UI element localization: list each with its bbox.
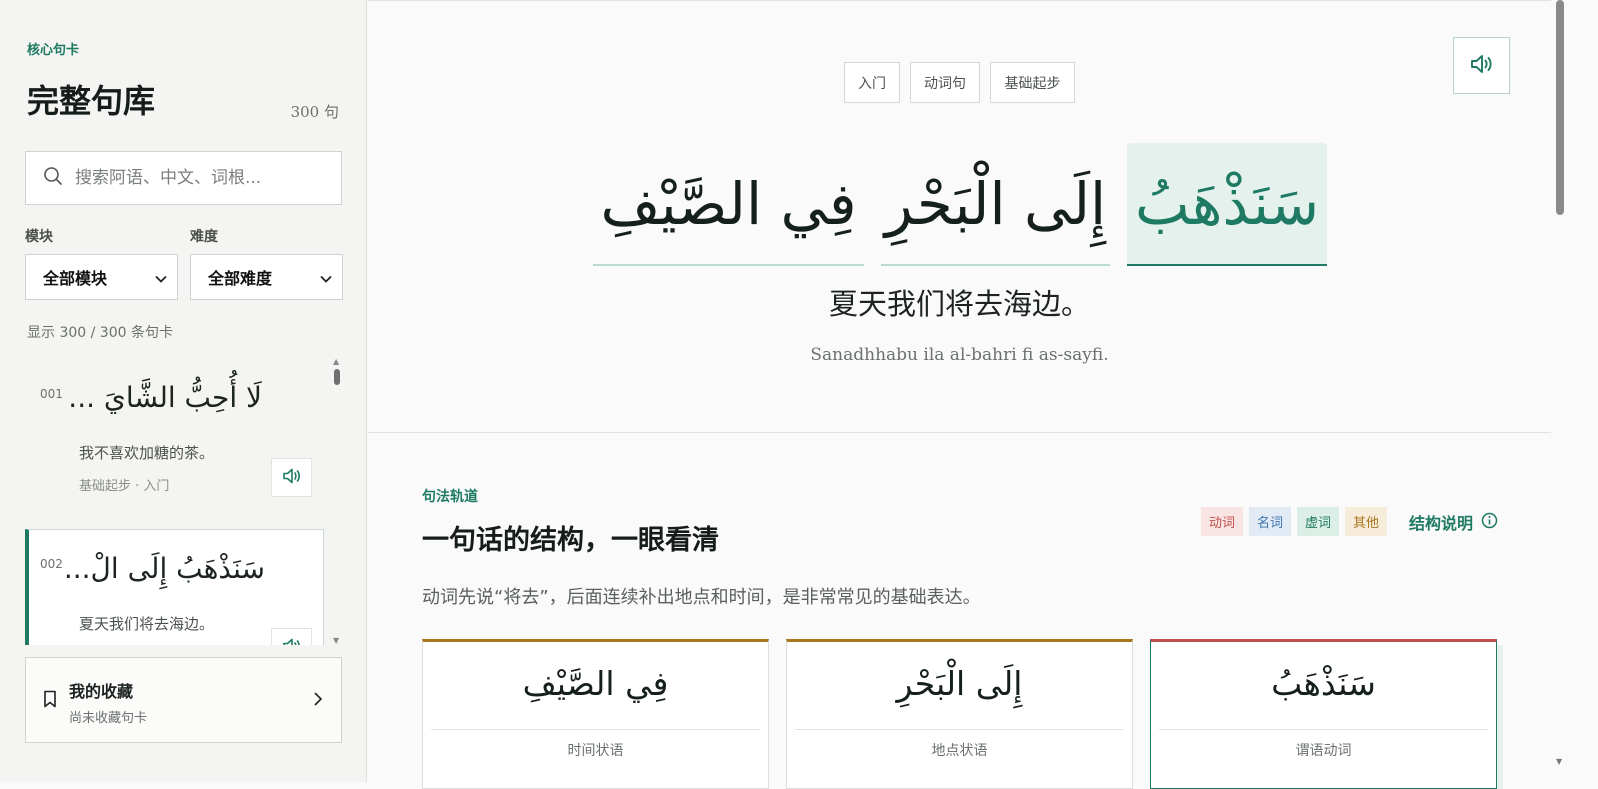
sidebar-title: 完整句库 [27,82,156,120]
sentence-chunk-place[interactable]: إِلَى الْبَحْرِ [881,143,1110,266]
chevron-down-icon [155,268,167,287]
module-filter-label: 模块 [25,229,53,245]
card-play-button[interactable] [271,458,312,497]
info-icon [1481,512,1498,533]
sentence-card-active[interactable]: 002 سَنَذْهَبُ إِلَى الْ... 夏天我们将去海边。 [25,529,324,645]
sidebar: 核心句卡 完整句库 300 句 模块 难度 全部模块 全部难度 显示 300 /… [0,0,367,782]
main-content: 入门 动词句 基础起步 سَنَذْهَبُ إِلَى الْبَحْرِ ف… [368,0,1551,789]
tag-module[interactable]: 基础起步 [990,62,1075,103]
structure-explanation-link[interactable]: 结构说明 [1409,510,1498,534]
search-input[interactable] [73,167,317,189]
chevron-down-icon [320,268,332,287]
legend-other: 其他 [1345,507,1387,536]
component-role: 时间状语 [567,743,624,759]
tag-sentence-type[interactable]: 动词句 [910,62,980,103]
component-role: 谓语动词 [1295,743,1352,759]
results-count: 显示 300 / 300 条句卡 [27,325,173,341]
page-scrollbar[interactable]: ▼ [1551,0,1568,782]
sentence-card[interactable]: 001 لَا أُحِبُّ الشَّايَ ... 我不喜欢加糖的茶。 基… [25,357,324,512]
scrollbar-thumb[interactable] [334,369,340,385]
legend-noun: 名词 [1249,507,1291,536]
legend-particle: 虚词 [1297,507,1339,536]
sidebar-eyebrow: 核心句卡 [27,43,80,58]
favorites-subtitle: 尚未收藏句卡 [69,711,148,726]
difficulty-select[interactable]: 全部难度 [190,254,343,300]
tag-level[interactable]: 入门 [844,62,900,103]
card-list: 001 لَا أُحِبُّ الشَّايَ ... 我不喜欢加糖的茶。 基… [25,357,329,645]
card-chinese: 夏天我们将去海边。 [79,615,215,633]
component-card-place[interactable]: إِلَى الْبَحْرِ 地点状语 [786,639,1133,789]
search-icon [43,166,63,190]
scroll-up-arrow-icon[interactable]: ▲ [333,357,339,366]
section-divider [368,432,1551,433]
component-card-verb[interactable]: سَنَذْهَبُ 谓语动词 [1150,639,1497,789]
page-scrollbar-thumb[interactable] [1556,0,1564,215]
component-role: 地点状语 [931,743,988,759]
search-box[interactable] [25,151,342,205]
sentence-count: 300 句 [290,103,339,121]
difficulty-select-value: 全部难度 [208,269,273,288]
speaker-icon [282,637,302,645]
card-arabic: سَنَذْهَبُ إِلَى الْ... [63,552,265,585]
speaker-icon [282,467,302,489]
card-number: 001 [40,387,63,401]
card-chinese: 我不喜欢加糖的茶。 [79,444,215,462]
section-eyebrow: 句法轨道 [422,489,478,505]
card-list-scrollbar[interactable]: ▲ ▼ [331,357,343,645]
sentence-chunk-time[interactable]: فِي الصَّيْفِ [593,143,864,266]
card-arabic: لَا أُحِبُّ الشَّايَ ... [68,381,262,414]
section-description: 动词先说“将去”，后面连续补出地点和时间，是非常常见的基础表达。 [422,587,981,608]
component-divider [1159,729,1488,730]
card-number: 002 [40,557,63,571]
sentence-chunk-verb[interactable]: سَنَذْهَبُ [1127,143,1327,266]
card-meta: 基础起步 · 入门 [79,479,170,494]
module-select[interactable]: 全部模块 [25,254,178,300]
sentence-transliteration: Sanadhhabu ila al-bahri fi as-sayfi. [810,345,1109,365]
component-divider [795,729,1124,730]
component-divider [431,729,760,730]
component-arabic: سَنَذْهَبُ [1271,664,1376,703]
component-arabic: فِي الصَّيْفِ [522,664,669,703]
favorites-title: 我的收藏 [69,682,134,701]
scroll-down-arrow-icon[interactable]: ▼ [333,636,339,645]
legend-verb: 动词 [1201,507,1243,536]
speaker-icon [1469,53,1495,79]
card-play-button[interactable] [271,628,312,645]
difficulty-filter-label: 难度 [190,229,218,245]
structure-link-label: 结构说明 [1409,514,1474,533]
component-card-time[interactable]: فِي الصَّيْفِ 时间状语 [422,639,769,789]
section-title: 一句话的结构，一眼看清 [422,525,719,556]
component-arabic: إِلَى الْبَحْرِ [896,664,1023,703]
play-sentence-button[interactable] [1453,37,1510,94]
bookmark-icon [43,690,57,712]
scroll-down-arrow-icon[interactable]: ▼ [1556,757,1562,766]
chevron-right-icon [313,691,323,711]
module-select-value: 全部模块 [43,269,108,288]
sentence-chinese: 夏天我们将去海边。 [828,287,1090,321]
favorites-panel[interactable]: 我的收藏 尚未收藏句卡 [25,657,342,743]
